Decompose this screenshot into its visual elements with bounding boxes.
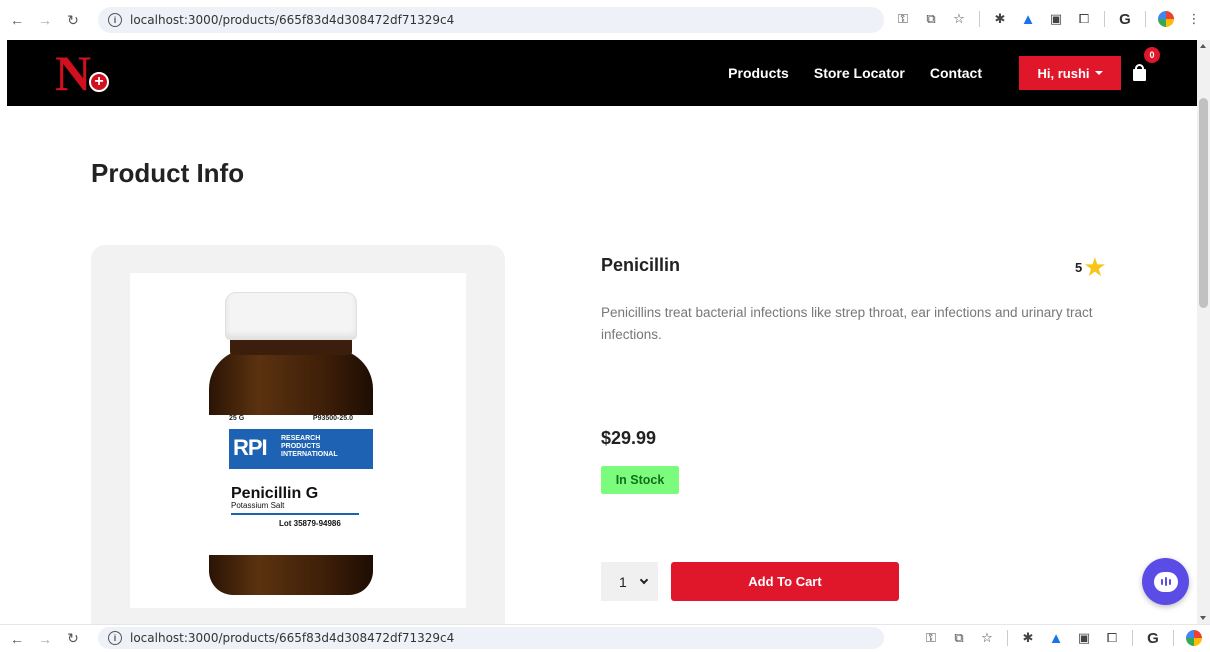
shopping-bag-body [1133, 69, 1146, 81]
page-title: Product Info [91, 158, 245, 188]
cast-icon[interactable]: ⧉ [923, 11, 939, 27]
extension-bug-icon[interactable]: ✱ [1020, 630, 1036, 646]
page-scrollbar[interactable] [1197, 40, 1210, 624]
toolbar-divider [1145, 11, 1146, 27]
quantity-value: 1 [619, 573, 627, 590]
label-brand-band: RPI RESEARCH PRODUCTS INTERNATIONAL [229, 429, 373, 469]
site-navbar: N + Products Store Locator Contact Hi, r… [7, 40, 1197, 106]
stock-status-badge: In Stock [601, 466, 679, 494]
google-icon[interactable]: G [1145, 630, 1161, 647]
menu-dots-icon[interactable]: ⋮ [1186, 11, 1202, 27]
medicine-bottle-illustration: 25 G P93500-25.0 RPI RESEARCH PRODUCTS I… [206, 293, 376, 598]
toolbar-divider [979, 11, 980, 27]
cart-button[interactable]: 0 [1131, 47, 1160, 85]
label-brand-sub: RESEARCH PRODUCTS INTERNATIONAL [281, 435, 338, 458]
label-code: P93500-25.0 [312, 415, 353, 422]
arrow-left-icon[interactable]: ← [6, 9, 28, 31]
bookmark-star-icon[interactable]: ☆ [979, 630, 995, 646]
add-to-cart-button[interactable]: Add To Cart [671, 562, 899, 601]
reload-icon[interactable]: ↻ [62, 9, 84, 31]
profile-avatar-icon[interactable] [1186, 630, 1202, 646]
product-name: Penicillin [601, 255, 681, 275]
logo-plus-icon: + [89, 72, 109, 92]
quantity-select[interactable]: 1 [601, 562, 658, 601]
profile-avatar-icon[interactable] [1158, 11, 1174, 27]
caret-down-icon [1094, 71, 1103, 75]
label-divider [231, 513, 359, 515]
drive-icon[interactable]: ▲ [1048, 630, 1064, 647]
toolbar-divider [1104, 11, 1105, 27]
extension-bar: ⚿ ⧉ ☆ ✱ ▲ ▣ ⧠ G [923, 630, 1202, 647]
url-text: localhost:3000/products/665f83d4d308472d… [130, 13, 455, 27]
arrow-right-icon[interactable]: → [34, 628, 56, 650]
extension-bug-icon[interactable]: ✱ [992, 11, 1008, 27]
chevron-down-icon [639, 575, 649, 584]
site-info-icon[interactable]: i [108, 13, 122, 27]
site-info-icon[interactable]: i [108, 631, 122, 645]
logo-letter: N [55, 45, 92, 101]
puzzle-icon[interactable]: ⧠ [1076, 11, 1092, 27]
label-lot: Lot 35879-94986 [279, 519, 341, 528]
user-menu-label: Hi, rushi [1037, 65, 1090, 81]
reload-icon[interactable]: ↻ [62, 628, 84, 650]
bottle-label: 25 G P93500-25.0 RPI RESEARCH PRODUCTS I… [209, 415, 373, 555]
label-weight: 25 G [229, 415, 245, 422]
address-bar[interactable]: i localhost:3000/products/665f83d4d30847… [98, 7, 884, 33]
label-salt: Potassium Salt [231, 501, 285, 510]
nav-link-store-locator[interactable]: Store Locator [814, 65, 905, 81]
toolbar-divider [1173, 630, 1174, 646]
extension-box-icon[interactable]: ▣ [1048, 11, 1064, 27]
address-bar[interactable]: i localhost:3000/products/665f83d4d30847… [98, 627, 884, 649]
extension-bar: ⚿ ⧉ ☆ ✱ ▲ ▣ ⧠ G ⋮ [895, 11, 1202, 28]
key-icon[interactable]: ⚿ [895, 11, 911, 27]
key-icon[interactable]: ⚿ [923, 630, 939, 646]
chat-icon [1153, 571, 1178, 592]
site-logo[interactable]: N + [55, 48, 115, 98]
drive-icon[interactable]: ▲ [1020, 11, 1036, 28]
toolbar-divider [1007, 630, 1008, 646]
cart-count-badge: 0 [1144, 47, 1160, 63]
rating-value: 5 [1075, 259, 1083, 275]
user-menu-button[interactable]: Hi, rushi [1019, 56, 1121, 90]
bookmark-star-icon[interactable]: ☆ [951, 11, 967, 27]
product-rating: 5 ★ [1075, 252, 1107, 282]
puzzle-icon[interactable]: ⧠ [1104, 630, 1120, 646]
product-description: Penicillins treat bacterial infections l… [601, 305, 1093, 342]
arrow-right-icon[interactable]: → [34, 9, 56, 31]
nav-link-contact[interactable]: Contact [930, 65, 982, 81]
extension-box-icon[interactable]: ▣ [1076, 630, 1092, 646]
google-icon[interactable]: G [1117, 11, 1133, 28]
toolbar-divider [1132, 630, 1133, 646]
product-image: 25 G P93500-25.0 RPI RESEARCH PRODUCTS I… [130, 273, 466, 608]
star-icon: ★ [1083, 252, 1107, 282]
product-price: $29.99 [601, 428, 657, 448]
label-top-row: 25 G P93500-25.0 [209, 415, 373, 427]
browser-toolbar: ← → ↻ i localhost:3000/products/665f83d4… [0, 0, 1210, 40]
nav-links: Products Store Locator Contact Hi, rushi… [728, 40, 1197, 106]
browser-toolbar-bottom: ← → ↻ i localhost:3000/products/665f83d4… [0, 624, 1210, 652]
arrow-left-icon[interactable]: ← [6, 628, 28, 650]
chat-widget-button[interactable] [1142, 558, 1189, 605]
product-image-card: 25 G P93500-25.0 RPI RESEARCH PRODUCTS I… [91, 245, 505, 625]
nav-link-products[interactable]: Products [728, 65, 789, 81]
scroll-thumb[interactable] [1199, 98, 1208, 308]
bottle-neck [230, 337, 352, 355]
scroll-up-icon[interactable] [1200, 44, 1206, 48]
bottle-cap [226, 293, 356, 339]
scroll-down-icon[interactable] [1200, 616, 1206, 620]
cast-icon[interactable]: ⧉ [951, 630, 967, 646]
label-brand: RPI [233, 435, 268, 460]
url-text: localhost:3000/products/665f83d4d308472d… [130, 631, 455, 645]
